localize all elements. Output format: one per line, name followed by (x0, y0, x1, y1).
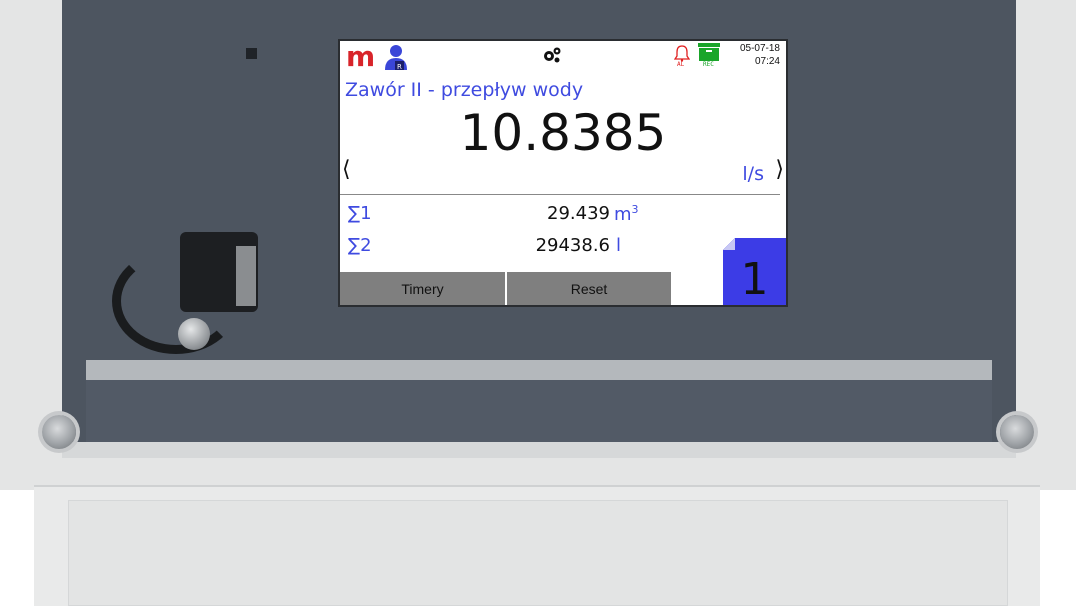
status-led (246, 48, 257, 59)
terminal-cover-inner (68, 500, 1008, 606)
rec-archive-icon[interactable] (698, 43, 720, 61)
date-label: 05-07-18 (739, 43, 780, 54)
totalizer-1-value: 29.439 (547, 203, 610, 224)
svg-text:R: R (397, 63, 402, 70)
totalizer-1-unit: m3 (614, 203, 639, 225)
totalizer-2-unit: l (616, 235, 622, 256)
brand-logo: m (346, 40, 376, 73)
totalizer-2-label: ∑2 (348, 235, 372, 256)
alarm-tag: AL (677, 61, 685, 68)
rec-tag: REC (703, 61, 714, 68)
next-screen-arrow-icon[interactable]: ⟩ (775, 157, 784, 182)
measurement-unit: l/s (742, 163, 764, 185)
badge-corner-fold (723, 238, 735, 250)
user-icon[interactable]: R (384, 44, 408, 70)
time-label: 07:24 (754, 56, 780, 67)
right-screw-icon (1000, 415, 1034, 449)
usb-connector-metal (236, 246, 256, 306)
date-time: 05-07-18 07:24 (740, 42, 780, 68)
panel-lower-band (86, 380, 992, 442)
gear-icon[interactable] (542, 46, 562, 64)
reset-button[interactable]: Reset (507, 272, 673, 305)
measurement-title: Zawór II - przepływ wody (345, 79, 584, 101)
measurement-value: 10.8385 (459, 104, 667, 162)
housing-edge (62, 442, 1016, 458)
timers-button[interactable]: Timery (340, 272, 507, 305)
alarm-bell-icon[interactable] (674, 44, 690, 62)
left-screw-icon (42, 415, 76, 449)
totalizer-2-value: 29438.6 (535, 235, 610, 256)
usb-cap-bolt (178, 318, 210, 350)
previous-screen-arrow-icon[interactable]: ⟨ (342, 157, 351, 182)
lcd-screen: m R AL REC 05-07-18 07:24 Zawór II - prz… (338, 39, 788, 307)
totalizer-1-label: ∑1 (348, 203, 372, 224)
panel-strip (86, 360, 992, 382)
divider (340, 194, 780, 195)
